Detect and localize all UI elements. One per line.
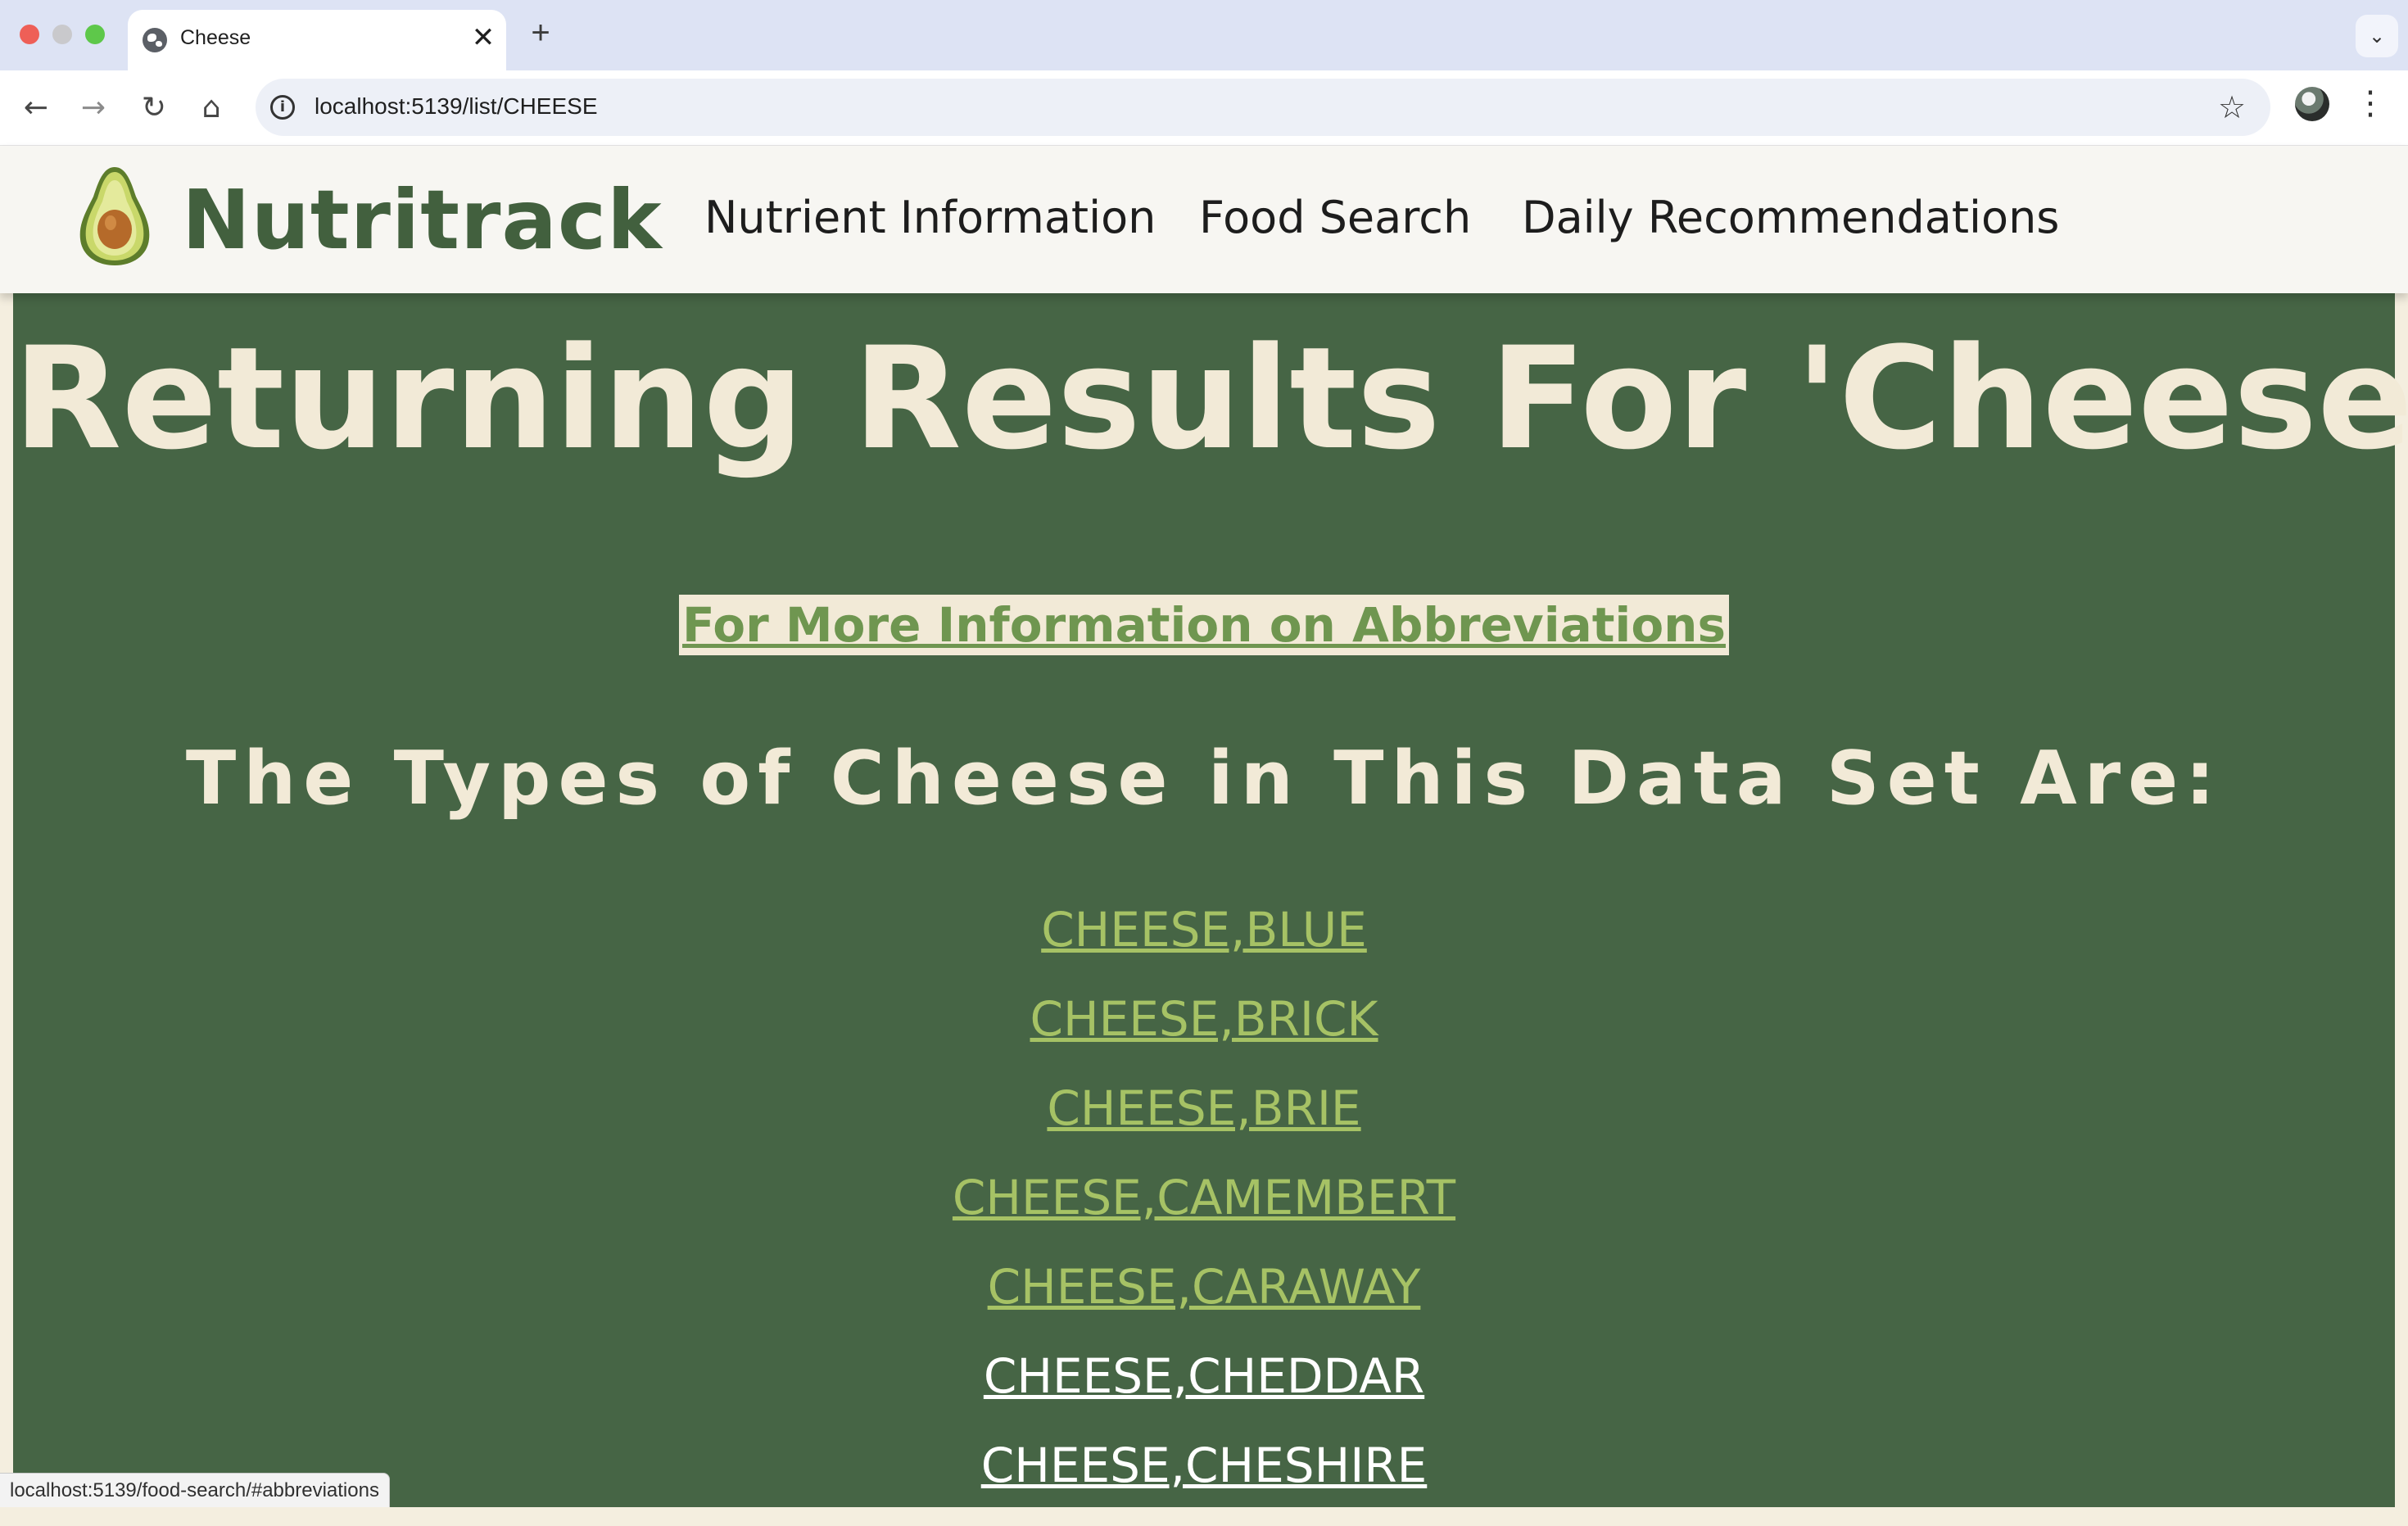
avocado-logo-icon[interactable] (75, 164, 154, 267)
cheese-link-cheddar[interactable]: CHEESE,CHEDDAR (984, 1348, 1424, 1404)
new-tab-button[interactable]: + (524, 16, 557, 49)
back-button[interactable]: ← (15, 87, 57, 129)
close-window-button[interactable] (20, 25, 39, 44)
cheese-link-caraway[interactable]: CHEESE,CARAWAY (988, 1259, 1421, 1315)
bookmark-star-icon[interactable]: ☆ (2213, 88, 2251, 126)
status-url-bubble: localhost:5139/food-search/#abbreviation… (0, 1473, 390, 1507)
address-bar[interactable]: i localhost:5139/list/CHEESE ☆ (256, 79, 2270, 136)
cheese-link-blue[interactable]: CHEESE,BLUE (1041, 902, 1367, 958)
page-title: Returning Results For 'Cheese': (13, 316, 2408, 481)
site-header: Nutritrack Nutrient Information Food Sea… (0, 146, 2408, 293)
brand-name[interactable]: Nutritrack (182, 172, 663, 268)
cheese-link-camembert[interactable]: CHEESE,CAMEMBERT (953, 1170, 1455, 1225)
list-item: CHEESE,BRIE (13, 1080, 2395, 1169)
browser-menu-icon[interactable]: ⋮ (2354, 82, 2387, 125)
cheese-list: CHEESE,BLUE CHEESE,BRICK CHEESE,BRIE CHE… (13, 901, 2395, 1526)
nav-food-search[interactable]: Food Search (1199, 192, 1471, 243)
home-button[interactable]: ⌂ (190, 87, 233, 129)
profile-avatar[interactable] (2295, 87, 2329, 121)
list-item: CHEESE,CARAWAY (13, 1258, 2395, 1347)
results-panel: Returning Results For 'Cheese': For More… (13, 293, 2408, 1507)
list-item: CHEESE,CHEDDAR (13, 1347, 2395, 1437)
browser-tab-active[interactable]: Cheese ✕ (128, 10, 506, 70)
abbreviations-link-wrapper: For More Information on Abbreviations (13, 595, 2395, 655)
list-item: CHEESE,BRICK (13, 990, 2395, 1080)
globe-icon (143, 28, 167, 52)
close-tab-icon[interactable]: ✕ (468, 23, 498, 52)
cheese-link-brick[interactable]: CHEESE,BRICK (1030, 991, 1378, 1047)
cheese-link-cheshire[interactable]: CHEESE,CHESHIRE (981, 1438, 1428, 1493)
minimize-window-button[interactable] (52, 25, 72, 44)
nav-nutrient-information[interactable]: Nutrient Information (704, 192, 1156, 243)
tab-search-button[interactable]: ⌄ (2356, 15, 2398, 57)
browser-toolbar: ← → ↻ ⌂ i localhost:5139/list/CHEESE ☆ (0, 70, 2408, 146)
forward-button[interactable]: → (72, 87, 115, 129)
list-item: CHEESE,BLUE (13, 901, 2395, 990)
cheese-link-brie[interactable]: CHEESE,BRIE (1047, 1080, 1360, 1136)
nav-daily-recommendations[interactable]: Daily Recommendations (1522, 192, 2059, 243)
tab-title: Cheese (180, 26, 251, 49)
abbreviations-link[interactable]: For More Information on Abbreviations (679, 595, 1729, 655)
browser-tab-bar: Cheese ✕ + ⌄ (0, 0, 2408, 70)
section-subtitle: The Types of Cheese in This Data Set Are… (185, 736, 2223, 822)
site-info-icon[interactable]: i (270, 95, 295, 120)
url-text[interactable]: localhost:5139/list/CHEESE (315, 93, 598, 120)
reload-button[interactable]: ↻ (133, 87, 175, 129)
list-item: CHEESE,CAMEMBERT (13, 1169, 2395, 1258)
maximize-window-button[interactable] (85, 25, 105, 44)
